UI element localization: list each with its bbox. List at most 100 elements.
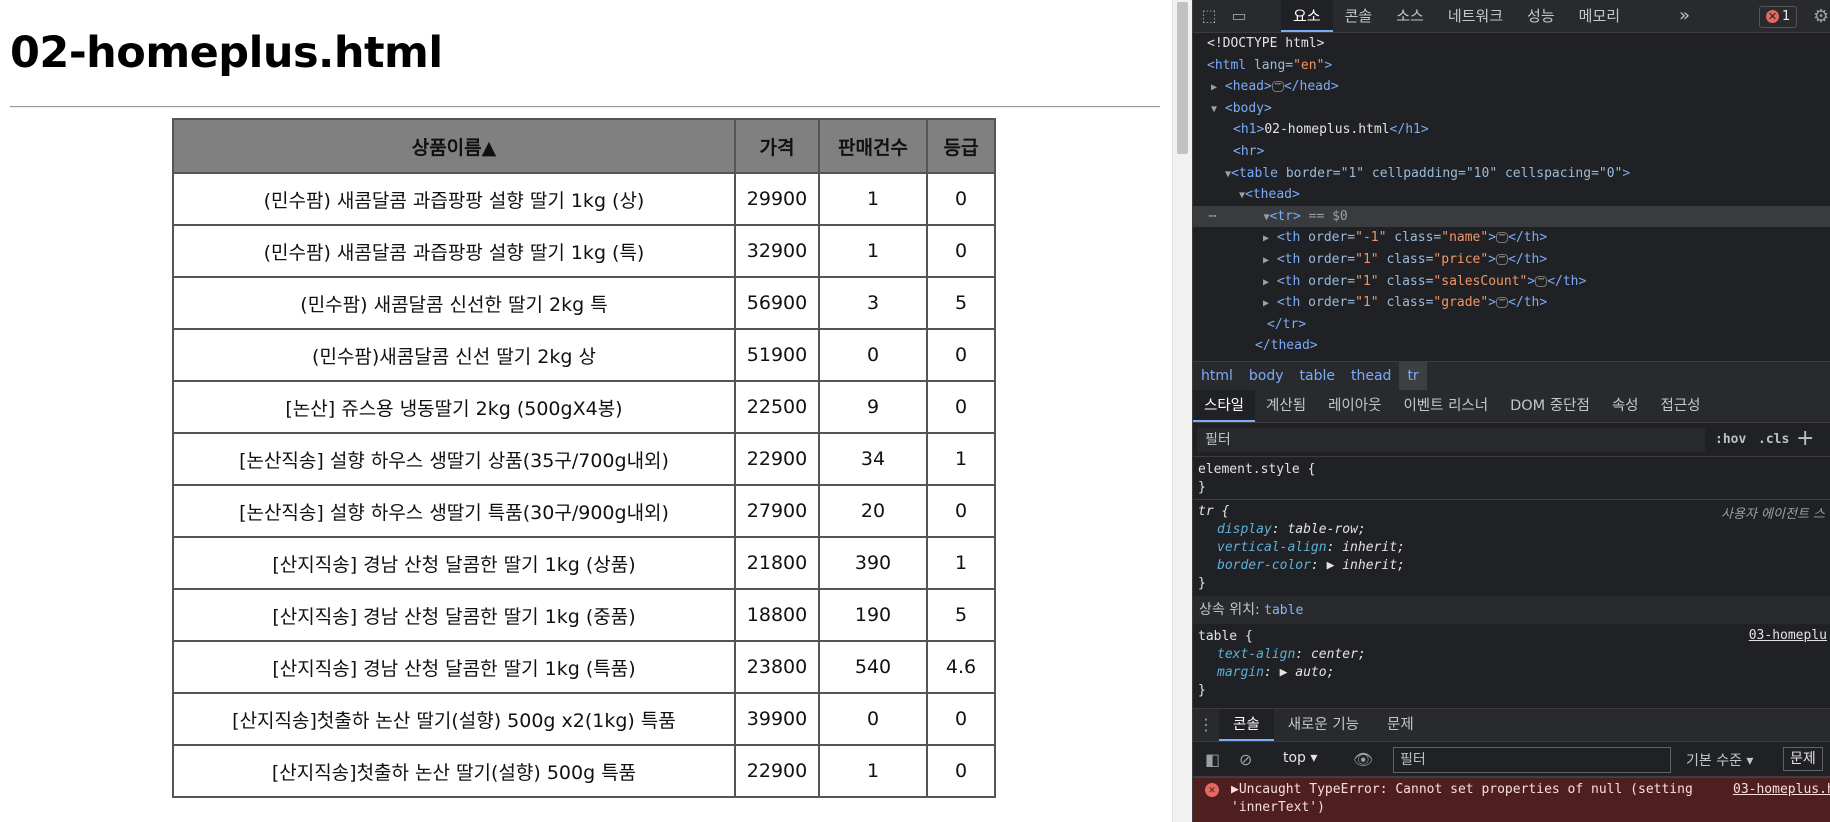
cell-name: (민수팜) 새콤달콤 과즙팡팡 설향 딸기 1kg (상) — [172, 172, 736, 226]
cell-sales-count: 190 — [818, 588, 928, 642]
breadcrumb: html body table thead tr — [1193, 361, 1830, 391]
devtools-tab[interactable]: 네트워크 — [1436, 0, 1515, 32]
element-style-selector[interactable]: element.style { — [1198, 461, 1315, 479]
devtools-tab[interactable]: 콘솔 — [1333, 0, 1385, 32]
console-filter-input[interactable]: 필터 — [1393, 747, 1671, 773]
dom-head[interactable]: ▶ <head> ⋯ </head> — [1211, 76, 1339, 98]
devtools-tab[interactable]: 요소 — [1281, 0, 1333, 32]
cell-name: (민수팜) 새콤달콤 과즙팡팡 설향 딸기 1kg (특) — [172, 224, 736, 278]
hov-toggle[interactable]: :hov — [1715, 432, 1746, 447]
breadcrumb-item[interactable]: html — [1193, 362, 1241, 390]
error-source-link[interactable]: 03-homeplus.h — [1733, 782, 1830, 797]
gear-icon[interactable]: ⚙ — [1813, 6, 1829, 27]
cell-sales-count: 540 — [818, 640, 928, 694]
eye-icon[interactable]: 👁 — [1353, 750, 1373, 769]
css-property[interactable]: text-align: center; — [1217, 646, 1366, 664]
cell-grade: 0 — [926, 380, 996, 434]
dom-tr-selected[interactable]: ⋯ ▼<tr> == $0 — [1193, 205, 1830, 228]
inherited-header: 상속 위치: table — [1193, 596, 1830, 624]
cell-name: [산지직송]첫출하 논산 딸기(설향) 500g x2(1kg) 특품 — [172, 692, 736, 746]
cell-price: 22900 — [734, 432, 820, 486]
inherited-from-link[interactable]: table — [1264, 603, 1303, 618]
cell-grade: 0 — [926, 744, 996, 798]
breadcrumb-item[interactable]: body — [1241, 362, 1292, 390]
dom-th[interactable]: ▶ <th order="1" class="price"> ⋯ </th> — [1263, 249, 1547, 271]
new-rule-icon[interactable]: + — [1796, 426, 1814, 451]
cell-grade: 5 — [926, 276, 996, 330]
breadcrumb-item[interactable]: tr — [1399, 362, 1427, 390]
css-property[interactable]: border-color: ▶ inherit; — [1217, 557, 1405, 575]
error-count-badge[interactable]: ✕ 1 — [1759, 6, 1798, 28]
clear-console-icon[interactable]: ⊘ — [1239, 750, 1252, 769]
table-row: [논산직송] 설향 하우스 생딸기 특품(30구/900g내외) 27900 20 0 — [172, 484, 996, 538]
inspect-element-icon[interactable]: ⬚ — [1199, 6, 1219, 26]
dom-body[interactable]: ▼ <body> — [1211, 98, 1272, 120]
dom-th[interactable]: ▶ <th order="1" class="salesCount"> ⋯ </th… — [1263, 271, 1586, 293]
th-grade[interactable]: 등급 — [926, 118, 996, 174]
log-level-selector[interactable]: 기본 수준 ▾ — [1686, 750, 1753, 770]
styles-sub-tab[interactable]: 접근성 — [1650, 390, 1712, 422]
css-property[interactable]: margin: ▶ auto; — [1217, 664, 1334, 682]
dom-h1[interactable]: <h1>02-homeplus.html</h1> — [1233, 119, 1429, 141]
dom-th[interactable]: ▶ <th order="1" class="grade"> ⋯ </th> — [1263, 292, 1547, 314]
dom-hr[interactable]: <hr> — [1233, 141, 1264, 163]
console-error-message[interactable]: ✕ ▶Uncaught TypeError: Cannot set proper… — [1193, 777, 1830, 822]
table-row: [산지직송] 경남 산청 달콤한 딸기 1kg (특품) 23800 540 4.6 — [172, 640, 996, 694]
table-row: [산지직송] 경남 산청 달콤한 딸기 1kg (중품) 18800 190 5 — [172, 588, 996, 642]
scroll-thumb[interactable] — [1177, 2, 1188, 154]
cell-sales-count: 20 — [818, 484, 928, 538]
table-rule-selector[interactable]: table { — [1198, 628, 1253, 646]
styles-filter-input[interactable]: 필터 — [1197, 428, 1705, 452]
table-row: [논산직송] 설향 하우스 생딸기 상품(35구/700g내외) 22900 34 1 — [172, 432, 996, 486]
styles-filter-bar: 필터 :hov .cls + — [1193, 424, 1830, 457]
drawer-tab[interactable]: 콘솔 — [1219, 709, 1274, 741]
table-rule-source[interactable]: 03-homeplu — [1749, 628, 1827, 643]
dom-thead[interactable]: ▼<thead> — [1239, 184, 1300, 206]
tr-rule-selector[interactable]: tr { — [1198, 503, 1229, 521]
dom-doctype[interactable]: <!DOCTYPE html> — [1207, 33, 1324, 55]
dom-table[interactable]: ▼<table border="1" cellpadding="10" cell… — [1225, 163, 1630, 185]
styles-sub-tab[interactable]: DOM 중단점 — [1499, 390, 1601, 422]
cell-price: 22500 — [734, 380, 820, 434]
table-row: (민수팜) 새콤달콤 과즙팡팡 설향 딸기 1kg (상) 29900 1 0 — [172, 172, 996, 226]
th-name[interactable]: 상품이름▲ — [172, 118, 736, 174]
devtools-tab[interactable]: 성능 — [1515, 0, 1567, 32]
styles-sub-tab[interactable]: 스타일 — [1193, 390, 1256, 422]
drawer-tab[interactable]: 문제 — [1373, 709, 1428, 741]
th-sales-count[interactable]: 판매건수 — [818, 118, 928, 174]
styles-sub-tab[interactable]: 계산됨 — [1255, 390, 1317, 422]
user-agent-label: 사용자 에이전트 스 — [1721, 507, 1825, 522]
page-heading: 02-homeplus.html — [10, 28, 443, 78]
dom-html[interactable]: <html lang="en"> — [1207, 55, 1332, 77]
table-row: [논산] 쥬스용 냉동딸기 2kg (500gX4봉) 22500 9 0 — [172, 380, 996, 434]
cls-toggle[interactable]: .cls — [1758, 432, 1789, 447]
devtools-tab[interactable]: 소스 — [1384, 0, 1436, 32]
context-selector[interactable]: top ▾ — [1283, 750, 1317, 766]
cell-price: 27900 — [734, 484, 820, 538]
breadcrumb-item[interactable]: thead — [1343, 362, 1399, 390]
product-table: 상품이름▲ 가격 판매건수 등급 (민수팜) 새콤달콤 과즙팡팡 설향 딸기 1… — [172, 118, 996, 798]
cell-price: 51900 — [734, 328, 820, 382]
css-property[interactable]: vertical-align: inherit; — [1217, 539, 1405, 557]
cell-name: [논산직송] 설향 하우스 생딸기 상품(35구/700g내외) — [172, 432, 736, 486]
styles-sub-tab[interactable]: 속성 — [1601, 390, 1650, 422]
dom-th[interactable]: ▶ <th order="-1" class="name"> ⋯ </th> — [1263, 227, 1547, 249]
dom-thead-close[interactable]: </thead> — [1255, 335, 1318, 357]
sidebar-toggle-icon[interactable]: ◧ — [1205, 750, 1220, 769]
th-price[interactable]: 가격 — [734, 118, 820, 174]
styles-sub-tab[interactable]: 레이아웃 — [1317, 390, 1392, 422]
header-row: 상품이름▲ 가격 판매건수 등급 — [172, 118, 996, 174]
dom-tr-close[interactable]: </tr> — [1267, 314, 1306, 336]
issues-button[interactable]: 문제 — [1783, 747, 1823, 771]
devtools-tab[interactable]: 메모리 — [1567, 0, 1632, 32]
drawer-tab[interactable]: 새로운 기능 — [1274, 709, 1373, 741]
drawer-menu-icon[interactable]: ⋮ — [1193, 709, 1219, 741]
css-property[interactable]: display: table-row; — [1217, 521, 1366, 539]
styles-sub-tab[interactable]: 이벤트 리스너 — [1392, 390, 1499, 422]
device-toolbar-icon[interactable]: ▭ — [1229, 6, 1249, 26]
page-scrollbar[interactable] — [1172, 0, 1192, 822]
breadcrumb-item[interactable]: table — [1292, 362, 1343, 390]
more-tabs-icon[interactable]: » — [1679, 0, 1690, 32]
cell-grade: 4.6 — [926, 640, 996, 694]
table-row: (민수팜) 새콤달콤 과즙팡팡 설향 딸기 1kg (특) 32900 1 0 — [172, 224, 996, 278]
